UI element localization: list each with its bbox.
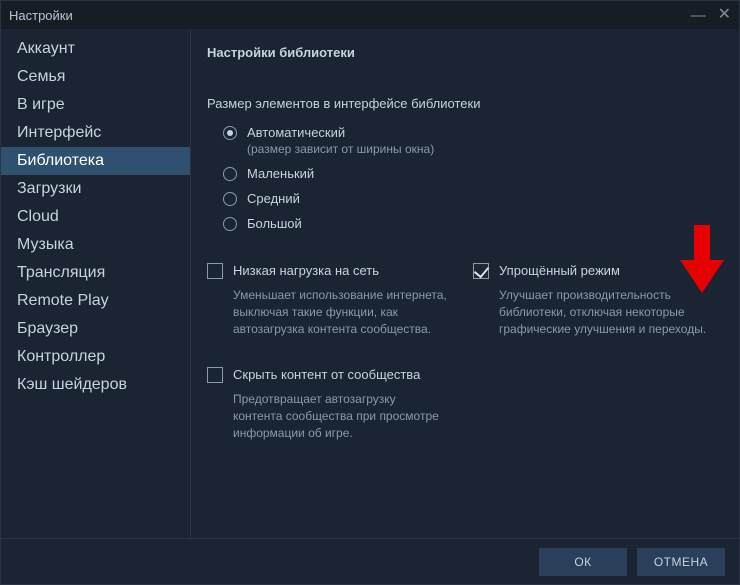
checkbox-desc-low-bandwidth: Уменьшает использование интернета, выклю… [207, 287, 447, 337]
sidebar-item-library[interactable]: Библиотека [1, 147, 190, 175]
checkbox-desc-low-perf: Улучшает производительность библиотеки, … [473, 287, 713, 337]
checkbox-hide-community[interactable] [207, 367, 223, 383]
window-controls: — ✕ [691, 7, 731, 23]
checkbox-label-low-perf: Упрощённый режим [499, 263, 620, 278]
radio-row-auto[interactable]: Автоматический (размер зависит от ширины… [223, 125, 719, 156]
sidebar-item-family[interactable]: Семья [1, 63, 190, 91]
checkbox-row-hide-community[interactable]: Скрыть контент от сообщества [207, 367, 719, 383]
radio-label-auto: Автоматический [247, 125, 434, 140]
size-radio-group: Автоматический (размер зависит от ширины… [207, 125, 719, 231]
checkbox-row-low-perf[interactable]: Упрощённый режим [473, 263, 719, 279]
sidebar-item-cloud[interactable]: Cloud [1, 203, 190, 231]
radio-medium[interactable] [223, 192, 237, 206]
radio-row-large[interactable]: Большой [223, 216, 719, 231]
sidebar-item-interface[interactable]: Интерфейс [1, 119, 190, 147]
checkbox-low-perf[interactable] [473, 263, 489, 279]
sidebar-item-controller[interactable]: Контроллер [1, 343, 190, 371]
sidebar: Аккаунт Семья В игре Интерфейс Библиотек… [1, 29, 191, 538]
sidebar-item-account[interactable]: Аккаунт [1, 35, 190, 63]
checkbox-low-bandwidth[interactable] [207, 263, 223, 279]
sidebar-item-downloads[interactable]: Загрузки [1, 175, 190, 203]
button-bar: ОК ОТМЕНА [1, 538, 739, 584]
ok-button[interactable]: ОК [539, 548, 627, 576]
checkbox-label-low-bandwidth: Низкая нагрузка на сеть [233, 263, 379, 278]
page-title: Настройки библиотеки [207, 45, 719, 60]
sidebar-item-broadcasting[interactable]: Трансляция [1, 259, 190, 287]
settings-window: Настройки — ✕ Аккаунт Семья В игре Интер… [0, 0, 740, 585]
sidebar-item-ingame[interactable]: В игре [1, 91, 190, 119]
content-pane: Настройки библиотеки Размер элементов в … [191, 29, 739, 538]
checkbox-row-low-bandwidth[interactable]: Низкая нагрузка на сеть [207, 263, 453, 279]
sidebar-item-remoteplay[interactable]: Remote Play [1, 287, 190, 315]
titlebar: Настройки — ✕ [1, 1, 739, 29]
radio-large[interactable] [223, 217, 237, 231]
radio-label-medium: Средний [247, 191, 300, 206]
window-title: Настройки [9, 8, 73, 23]
cancel-button[interactable]: ОТМЕНА [637, 548, 725, 576]
radio-row-medium[interactable]: Средний [223, 191, 719, 206]
size-section-label: Размер элементов в интерфейсе библиотеки [207, 96, 719, 111]
sidebar-item-browser[interactable]: Браузер [1, 315, 190, 343]
radio-row-small[interactable]: Маленький [223, 166, 719, 181]
radio-label-large: Большой [247, 216, 302, 231]
sidebar-item-music[interactable]: Музыка [1, 231, 190, 259]
minimize-icon[interactable]: — [691, 8, 706, 23]
radio-label-small: Маленький [247, 166, 314, 181]
close-icon[interactable]: ✕ [718, 7, 731, 23]
sidebar-item-shadercache[interactable]: Кэш шейдеров [1, 371, 190, 399]
radio-auto[interactable] [223, 126, 237, 140]
radio-small[interactable] [223, 167, 237, 181]
checkbox-label-hide-community: Скрыть контент от сообщества [233, 367, 420, 382]
checkbox-desc-hide-community: Предотвращает автозагрузку контента сооб… [207, 391, 447, 441]
radio-sublabel-auto: (размер зависит от ширины окна) [247, 142, 434, 156]
main-area: Аккаунт Семья В игре Интерфейс Библиотек… [1, 29, 739, 538]
